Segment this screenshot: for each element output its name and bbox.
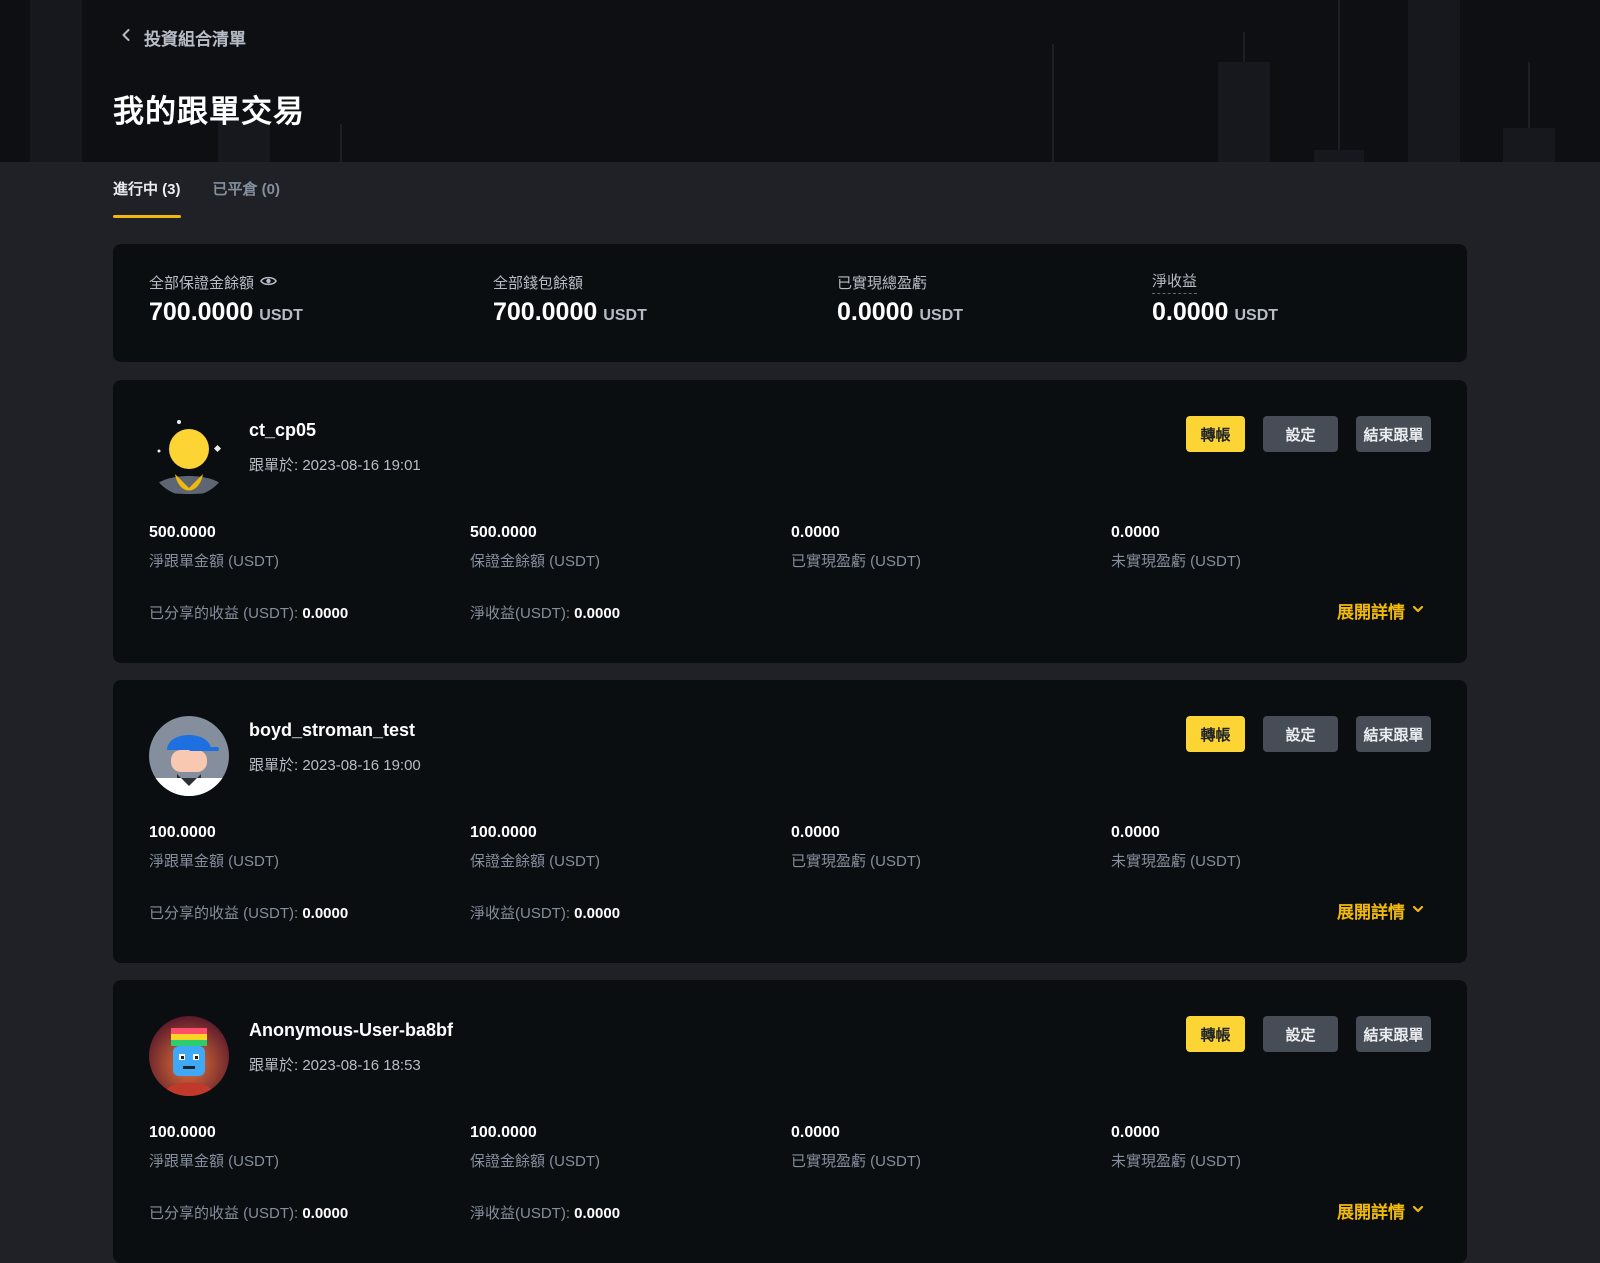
summary-panel: 全部保證金餘額 700.0000 USDT 全部錢包餘額 700.0000 US… [113,244,1467,362]
transfer-button[interactable]: 轉帳 [1186,416,1245,452]
summary-label: 全部錢包餘額 [493,274,584,292]
background-candle [1314,150,1364,162]
background-wick [1338,0,1340,150]
net-profit: 淨收益(USDT): 0.0000 [470,605,621,622]
expand-details-button[interactable]: 展開詳情 [1337,898,1425,923]
summary-value: 700.0000 [149,298,254,326]
page-title: 我的跟單交易 [113,94,305,129]
transfer-button[interactable]: 轉帳 [1186,716,1245,752]
shared-profit: 已分享的收益 (USDT): 0.0000 [149,905,349,922]
expand-details-button[interactable]: 展開詳情 [1337,598,1425,623]
net-profit: 淨收益(USDT): 0.0000 [470,1205,621,1222]
transfer-button[interactable]: 轉帳 [1186,1016,1245,1052]
summary-unit: USDT [919,307,964,324]
metric-margin-balance: 100.0000 保證金餘額 (USDT) [470,1124,600,1170]
shared-profit: 已分享的收益 (USDT): 0.0000 [149,605,349,622]
avatar[interactable] [149,416,229,496]
tab-closed[interactable]: 已平倉 (0) [213,176,281,218]
copy-trade-card: ct_cp05 跟單於: 2023-08-16 19:01 轉帳 設定 結束跟單… [113,380,1467,663]
metric-realized-pnl: 0.0000 已實現盈虧 (USDT) [791,824,921,870]
copy-trade-card: Anonymous-User-ba8bf 跟單於: 2023-08-16 18:… [113,980,1467,1263]
background-wick [1528,62,1530,128]
background-candle [1408,0,1460,162]
summary-label-tooltip[interactable]: 淨收益 [1152,270,1198,294]
metric-net-copy-amount: 500.0000 淨跟單金額 (USDT) [149,524,279,570]
summary-realized-pnl: 已實現總盈虧 0.0000 USDT [837,272,963,327]
metric-margin-balance: 100.0000 保證金餘額 (USDT) [470,824,600,870]
metric-realized-pnl: 0.0000 已實現盈虧 (USDT) [791,1124,921,1170]
chevron-down-icon [1411,601,1425,621]
chevron-down-icon [1411,1201,1425,1221]
trader-name[interactable]: boyd_stroman_test [249,720,415,741]
back-to-portfolio-link[interactable]: 投資組合清單 [118,24,246,50]
background-wick [340,124,342,162]
follow-time: 跟單於: 2023-08-16 19:01 [249,457,421,474]
summary-label: 全部保證金餘額 [149,274,255,292]
metric-realized-pnl: 0.0000 已實現盈虧 (USDT) [791,524,921,570]
summary-total-margin: 全部保證金餘額 700.0000 USDT [149,272,303,327]
summary-unit: USDT [1234,307,1279,324]
follow-time: 跟單於: 2023-08-16 19:00 [249,757,421,774]
summary-label: 已實現總盈虧 [837,274,928,292]
summary-unit: USDT [603,307,647,324]
chevron-down-icon [1411,901,1425,921]
back-label: 投資組合清單 [144,29,246,49]
follow-time: 跟單於: 2023-08-16 18:53 [249,1057,421,1074]
avatar[interactable] [149,716,229,796]
eye-icon[interactable] [260,274,277,291]
end-copy-button[interactable]: 結束跟單 [1356,716,1431,752]
metric-unrealized-pnl: 0.0000 未實現盈虧 (USDT) [1111,524,1241,570]
status-tabs: 進行中 (3) 已平倉 (0) [113,176,280,218]
summary-value: 0.0000 [837,298,914,326]
background-candle [30,0,82,162]
end-copy-button[interactable]: 結束跟單 [1356,416,1431,452]
background-candle [1503,128,1555,162]
shared-profit: 已分享的收益 (USDT): 0.0000 [149,1205,349,1222]
settings-button[interactable]: 設定 [1263,416,1338,452]
background-wick [1052,44,1054,162]
settings-button[interactable]: 設定 [1263,716,1338,752]
page-header: 投資組合清單 我的跟單交易 [0,0,1600,162]
net-profit: 淨收益(USDT): 0.0000 [470,905,621,922]
metric-unrealized-pnl: 0.0000 未實現盈虧 (USDT) [1111,1124,1241,1170]
expand-details-button[interactable]: 展開詳情 [1337,1198,1425,1223]
copy-trade-card: boyd_stroman_test 跟單於: 2023-08-16 19:00 … [113,680,1467,963]
trader-name[interactable]: ct_cp05 [249,420,316,441]
metric-margin-balance: 500.0000 保證金餘額 (USDT) [470,524,600,570]
summary-unit: USDT [259,307,303,324]
summary-total-wallet: 全部錢包餘額 700.0000 USDT [493,272,647,327]
summary-value: 0.0000 [1152,298,1229,326]
tab-active[interactable]: 進行中 (3) [113,176,181,218]
summary-value: 700.0000 [493,298,598,326]
metric-net-copy-amount: 100.0000 淨跟單金額 (USDT) [149,1124,279,1170]
chevron-left-icon [118,27,134,48]
avatar[interactable] [149,1016,229,1096]
settings-button[interactable]: 設定 [1263,1016,1338,1052]
metric-unrealized-pnl: 0.0000 未實現盈虧 (USDT) [1111,824,1241,870]
summary-net-profit: 淨收益 0.0000 USDT [1152,272,1278,327]
trader-name[interactable]: Anonymous-User-ba8bf [249,1020,453,1041]
metric-net-copy-amount: 100.0000 淨跟單金額 (USDT) [149,824,279,870]
background-candle [1218,62,1270,162]
end-copy-button[interactable]: 結束跟單 [1356,1016,1431,1052]
